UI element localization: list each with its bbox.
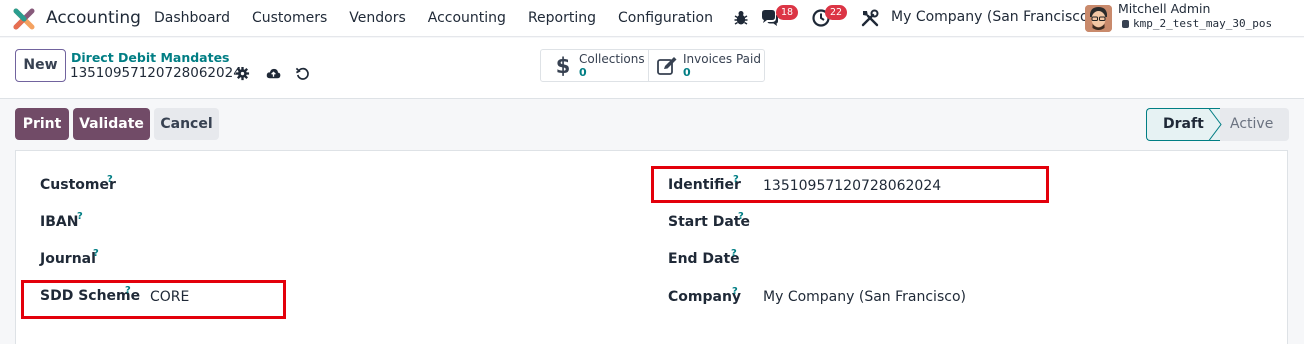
company-switcher[interactable]: My Company (San Francisco) bbox=[891, 9, 1094, 25]
iban-help-icon[interactable]: ? bbox=[77, 211, 83, 222]
journal-label: Journal bbox=[40, 251, 96, 267]
new-button[interactable]: New bbox=[15, 49, 66, 82]
top-navbar: Accounting Dashboard Customers Vendors A… bbox=[0, 0, 1304, 37]
edit-icon bbox=[657, 57, 677, 75]
database-name: kmp_2_test_may_30_pos bbox=[1122, 17, 1272, 30]
sdd-scheme-highlight-box bbox=[21, 280, 286, 319]
breadcrumb[interactable]: Direct Debit Mandates bbox=[71, 50, 230, 65]
validate-button[interactable]: Validate bbox=[73, 108, 150, 140]
end-date-label: End Date bbox=[668, 251, 740, 267]
customer-help-icon[interactable]: ? bbox=[107, 174, 113, 185]
activities-badge: 22 bbox=[825, 5, 848, 20]
discard-icon[interactable] bbox=[295, 66, 310, 81]
messages-badge: 18 bbox=[776, 5, 799, 20]
dollar-icon: $ bbox=[556, 55, 571, 77]
database-label: kmp_2_test_may_30_pos bbox=[1133, 17, 1273, 30]
identifier-highlight-box bbox=[651, 166, 1049, 203]
menu-accounting[interactable]: Accounting bbox=[417, 0, 517, 37]
company-value[interactable]: My Company (San Francisco) bbox=[763, 289, 966, 305]
main-menu: Dashboard Customers Vendors Accounting R… bbox=[143, 0, 724, 37]
control-panel: New Direct Debit Mandates 13510957120728… bbox=[0, 38, 1304, 99]
status-stages: Active Draft bbox=[1146, 108, 1289, 141]
tools-icon[interactable] bbox=[860, 8, 880, 28]
print-button[interactable]: Print bbox=[15, 108, 69, 140]
gear-icon[interactable] bbox=[235, 66, 250, 81]
menu-dashboard[interactable]: Dashboard bbox=[143, 0, 241, 37]
database-icon bbox=[1122, 20, 1129, 28]
user-avatar[interactable] bbox=[1085, 5, 1112, 32]
invoices-paid-smart-button[interactable]: Invoices Paid 0 bbox=[649, 50, 764, 81]
app-name[interactable]: Accounting bbox=[46, 8, 141, 28]
start-date-help-icon[interactable]: ? bbox=[738, 211, 744, 222]
menu-customers[interactable]: Customers bbox=[241, 0, 338, 37]
invoices-paid-count: 0 bbox=[683, 66, 691, 79]
invoices-paid-label: Invoices Paid bbox=[683, 52, 761, 66]
cloud-save-icon[interactable] bbox=[266, 66, 281, 81]
iban-label: IBAN bbox=[40, 214, 79, 230]
smart-buttons: $ Collections 0 Invoices Paid 0 bbox=[540, 49, 765, 82]
user-name[interactable]: Mitchell Admin bbox=[1118, 1, 1210, 16]
cancel-button[interactable]: Cancel bbox=[154, 108, 219, 140]
collections-smart-button[interactable]: $ Collections 0 bbox=[541, 50, 649, 81]
svg-text:$: $ bbox=[556, 55, 571, 77]
customer-label: Customer bbox=[40, 177, 116, 193]
menu-configuration[interactable]: Configuration bbox=[607, 0, 724, 37]
avatar-icon bbox=[1085, 5, 1112, 32]
collections-label: Collections bbox=[579, 52, 645, 66]
company-help-icon[interactable]: ? bbox=[732, 286, 738, 297]
menu-reporting[interactable]: Reporting bbox=[517, 0, 607, 37]
company-label: Company bbox=[668, 289, 742, 305]
app-logo-icon[interactable] bbox=[13, 8, 35, 30]
record-title: 13510957120728062024 bbox=[70, 65, 242, 81]
end-date-help-icon[interactable]: ? bbox=[731, 248, 737, 259]
journal-help-icon[interactable]: ? bbox=[93, 248, 99, 259]
stage-arrow-icon bbox=[1208, 108, 1222, 141]
collections-count: 0 bbox=[579, 66, 587, 79]
bug-icon[interactable] bbox=[731, 8, 751, 28]
stage-active[interactable]: Active bbox=[1216, 108, 1289, 141]
menu-vendors[interactable]: Vendors bbox=[338, 0, 416, 37]
